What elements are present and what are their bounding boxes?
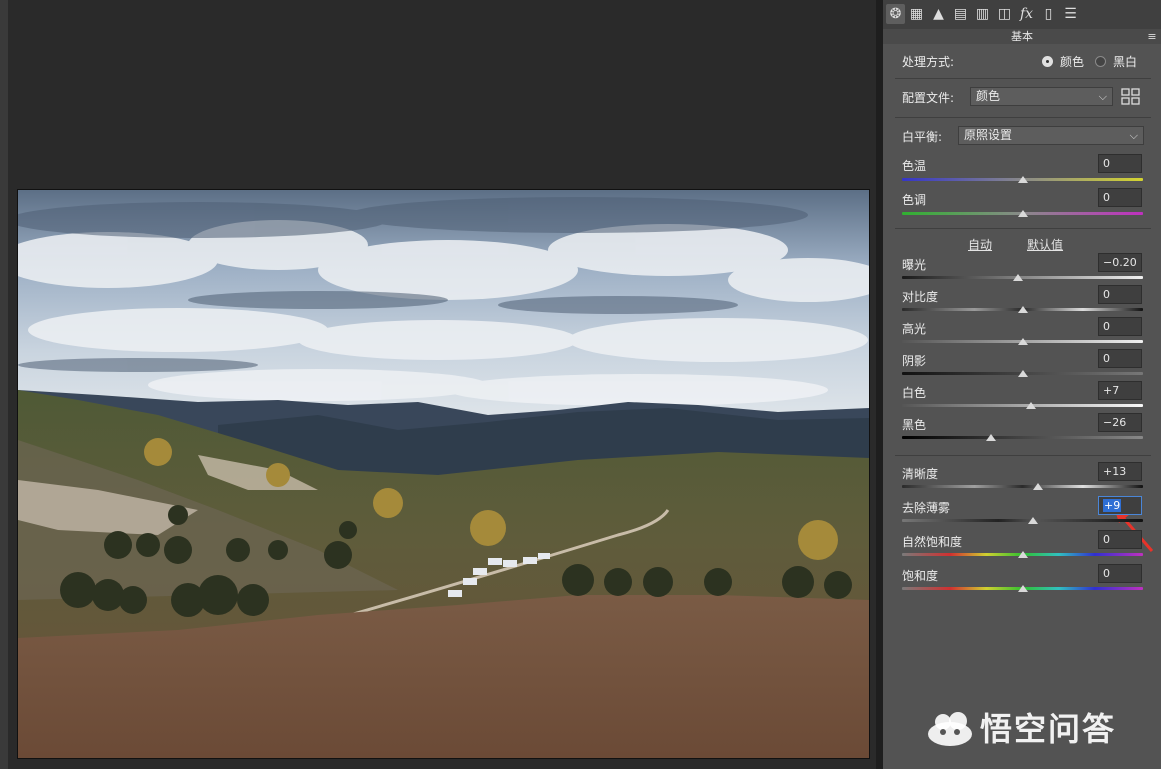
tint-label: 色调 bbox=[902, 193, 927, 207]
watermark-text: 悟空问答 bbox=[980, 710, 1117, 748]
temp-value-input[interactable]: 0 bbox=[1098, 154, 1142, 173]
highlights-value-text: 0 bbox=[1103, 320, 1110, 333]
panel-divider[interactable] bbox=[876, 0, 883, 769]
lens-correction-icon[interactable]: ◫ bbox=[995, 4, 1014, 24]
temp-slider-thumb[interactable] bbox=[1017, 176, 1028, 183]
exposure-value-input[interactable]: −0.20 bbox=[1098, 253, 1142, 272]
shadows-value-text: 0 bbox=[1103, 352, 1110, 365]
shadows-label: 阴影 bbox=[902, 354, 927, 368]
profile-browser-grid-icon[interactable] bbox=[1121, 88, 1140, 105]
default-button[interactable]: 默认值 bbox=[1027, 236, 1063, 253]
clarity-label: 清晰度 bbox=[902, 467, 939, 481]
photo-preview bbox=[17, 189, 870, 759]
clarity-value-text: +13 bbox=[1103, 465, 1127, 478]
panel-menu-icon[interactable]: ≡ bbox=[1146, 29, 1158, 44]
blacks-value-input[interactable]: −26 bbox=[1098, 413, 1142, 432]
vibrance-label: 自然饱和度 bbox=[902, 535, 963, 549]
blacks-slider-track[interactable] bbox=[902, 436, 1143, 439]
section-header: 基本 ≡ bbox=[883, 29, 1161, 44]
saturation-value-text: 0 bbox=[1103, 567, 1110, 580]
clarity-value-input[interactable]: +13 bbox=[1098, 462, 1142, 481]
vibrance-value-text: 0 bbox=[1103, 533, 1110, 546]
dehaze-slider-track[interactable] bbox=[902, 519, 1143, 522]
treatment-color-label[interactable]: 颜色 bbox=[1060, 53, 1084, 70]
treatment-bw-radio[interactable] bbox=[1095, 56, 1106, 67]
contrast-label: 对比度 bbox=[902, 290, 939, 304]
saturation-slider-thumb[interactable] bbox=[1017, 585, 1028, 592]
chevron-down-icon: ⌵ bbox=[1129, 129, 1138, 142]
clarity-slider-track[interactable] bbox=[902, 485, 1143, 488]
treatment-label: 处理方式: bbox=[902, 55, 955, 69]
treatment-color-radio[interactable] bbox=[1042, 56, 1053, 67]
separator bbox=[895, 228, 1151, 229]
split-toning-icon[interactable]: ▥ bbox=[973, 4, 992, 24]
clarity-slider-thumb[interactable] bbox=[1033, 483, 1044, 490]
profile-value: 颜色 bbox=[976, 89, 1001, 103]
contrast-slider-thumb[interactable] bbox=[1017, 306, 1028, 313]
tint-slider-thumb[interactable] bbox=[1017, 210, 1028, 217]
blacks-label: 黑色 bbox=[902, 418, 927, 432]
profile-select[interactable]: 颜色 ⌵ bbox=[970, 87, 1113, 106]
white-balance-value: 原照设置 bbox=[964, 128, 1013, 142]
saturation-value-input[interactable]: 0 bbox=[1098, 564, 1142, 583]
separator bbox=[895, 117, 1151, 118]
chevron-down-icon: ⌵ bbox=[1098, 90, 1107, 103]
dehaze-value-input[interactable]: +9 bbox=[1098, 496, 1142, 515]
exposure-label: 曝光 bbox=[902, 258, 927, 272]
treatment-bw-label[interactable]: 黑白 bbox=[1113, 53, 1137, 70]
effects-icon[interactable]: fx bbox=[1017, 4, 1036, 24]
vibrance-value-input[interactable]: 0 bbox=[1098, 530, 1142, 549]
exposure-slider-thumb[interactable] bbox=[1012, 274, 1023, 281]
whites-value-input[interactable]: +7 bbox=[1098, 381, 1142, 400]
highlights-value-input[interactable]: 0 bbox=[1098, 317, 1142, 336]
white-balance-select[interactable]: 原照设置 ⌵ bbox=[958, 126, 1144, 145]
separator bbox=[895, 78, 1151, 79]
whites-slider-thumb[interactable] bbox=[1025, 402, 1036, 409]
exposure-value-text: −0.20 bbox=[1103, 256, 1137, 269]
vibrance-slider-thumb[interactable] bbox=[1017, 551, 1028, 558]
camera-calibration-icon[interactable]: ▯ bbox=[1039, 4, 1058, 24]
shadows-value-input[interactable]: 0 bbox=[1098, 349, 1142, 368]
saturation-label: 饱和度 bbox=[902, 569, 939, 583]
auto-button[interactable]: 自动 bbox=[968, 236, 992, 253]
contrast-value-text: 0 bbox=[1103, 288, 1110, 301]
white-balance-label: 白平衡: bbox=[902, 130, 943, 144]
highlights-label: 高光 bbox=[902, 322, 927, 336]
contrast-value-input[interactable]: 0 bbox=[1098, 285, 1142, 304]
detail-icon[interactable]: ▲ bbox=[929, 4, 948, 24]
tint-value-text: 0 bbox=[1103, 191, 1110, 204]
profile-label: 配置文件: bbox=[902, 91, 955, 105]
whites-label: 白色 bbox=[902, 386, 927, 400]
blacks-slider-thumb[interactable] bbox=[986, 434, 997, 441]
blacks-value-text: −26 bbox=[1103, 416, 1127, 429]
presets-icon[interactable]: ☰ bbox=[1061, 4, 1080, 24]
temp-label: 色温 bbox=[902, 159, 927, 173]
whites-slider-track[interactable] bbox=[902, 404, 1143, 407]
dehaze-label: 去除薄雾 bbox=[902, 501, 951, 515]
left-edge-bar bbox=[0, 0, 8, 769]
section-title: 基本 bbox=[1011, 30, 1033, 43]
panel-tab-bar: ❂ ▦ ▲ ▤ ▥ ◫ fx ▯ ☰ bbox=[883, 0, 1161, 30]
hsl-icon[interactable]: ▤ bbox=[951, 4, 970, 24]
shadows-slider-thumb[interactable] bbox=[1017, 370, 1028, 377]
dehaze-value-text: +9 bbox=[1103, 499, 1122, 512]
whites-value-text: +7 bbox=[1103, 384, 1120, 397]
landscape-image bbox=[18, 190, 869, 758]
temp-value-text: 0 bbox=[1103, 157, 1110, 170]
highlights-slider-thumb[interactable] bbox=[1017, 338, 1028, 345]
tone-curve-icon[interactable]: ▦ bbox=[907, 4, 926, 24]
aperture-icon[interactable]: ❂ bbox=[886, 4, 905, 24]
dehaze-slider-thumb[interactable] bbox=[1028, 517, 1039, 524]
tint-value-input[interactable]: 0 bbox=[1098, 188, 1142, 207]
separator bbox=[895, 455, 1151, 456]
